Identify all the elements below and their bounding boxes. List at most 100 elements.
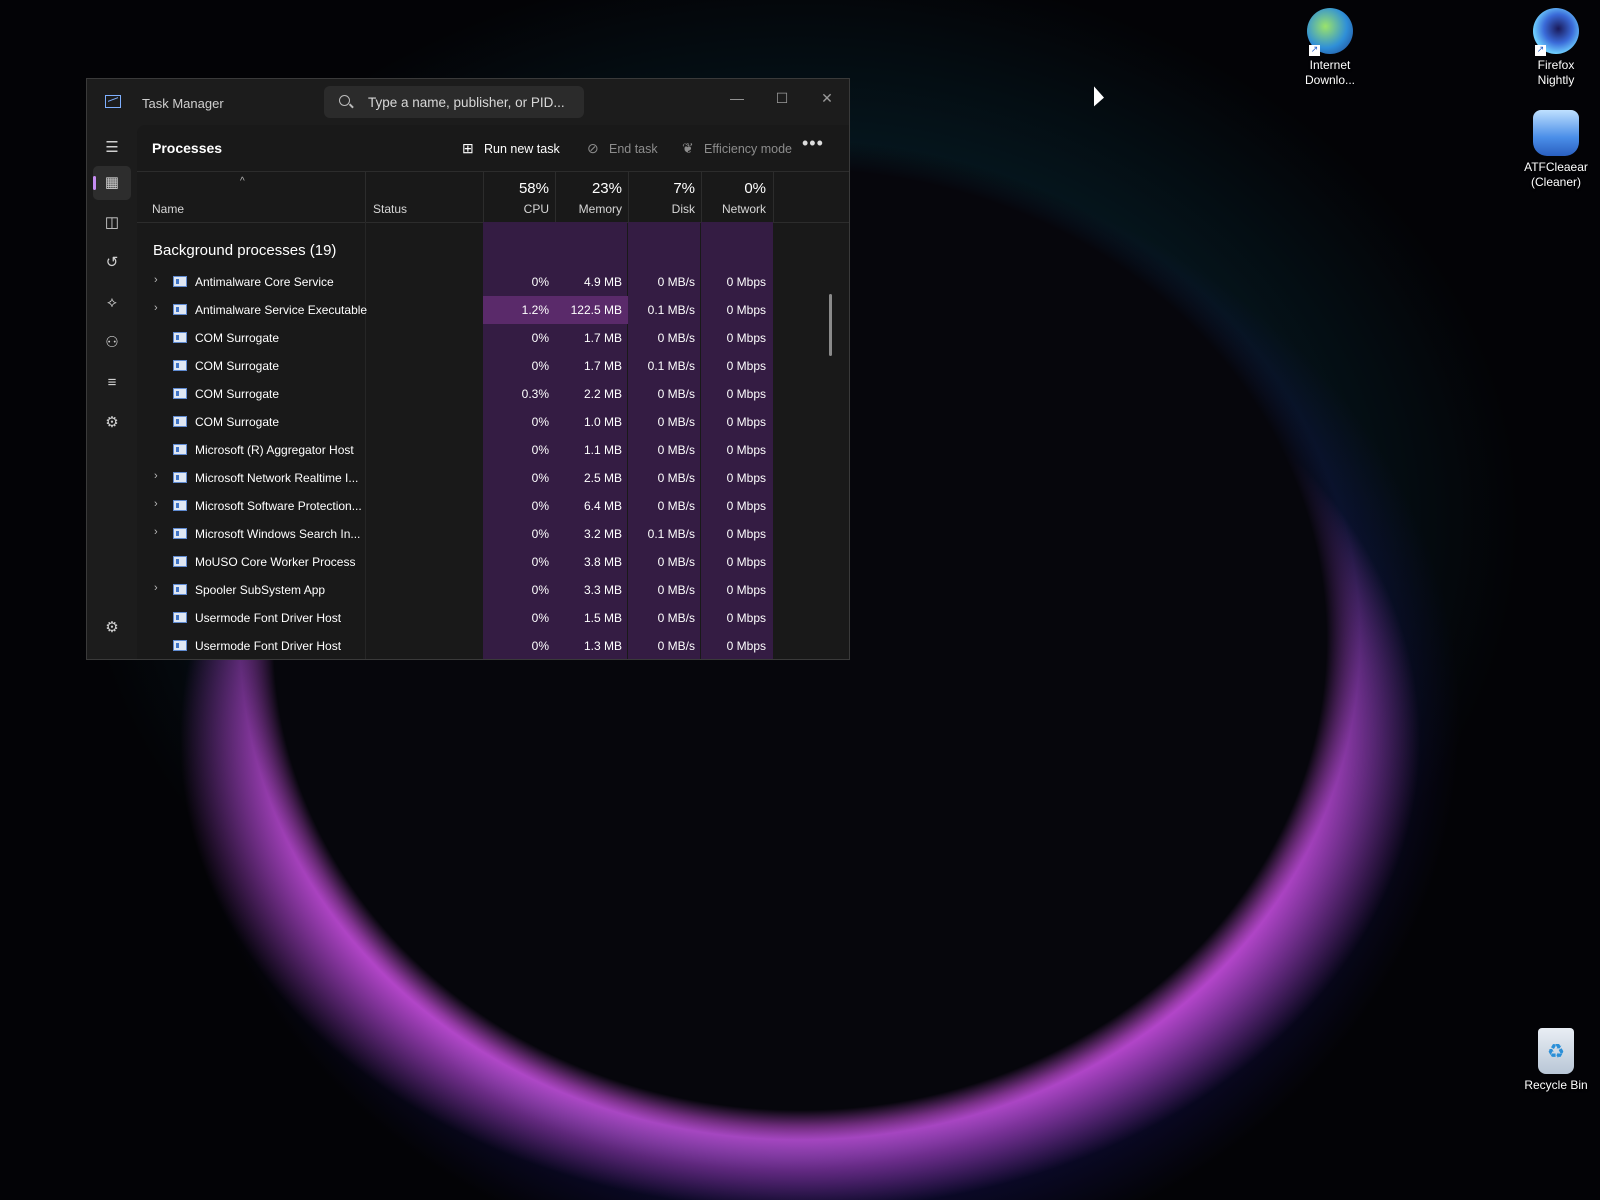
table-row[interactable]: MoUSO Core Worker Process 0% 3.8 MB 0 MB/s 0… [137,548,849,576]
search-icon [339,95,350,106]
network-percent[interactable]: 0% [701,180,766,197]
title-bar[interactable]: Task Manager — ☐ ✕ [87,79,849,125]
task-manager-app-icon [105,95,121,108]
desktop-icon-label: Firefox Nightly [1537,58,1575,87]
disk-percent[interactable]: 7% [628,180,695,197]
process-name: COM Surrogate [195,387,280,401]
disk-value: 0 MB/s [657,387,695,401]
disk-value: 0.1 MB/s [647,303,695,317]
details-icon[interactable]: ≡ [93,366,131,400]
expand-chevron-icon[interactable]: › [154,526,158,538]
table-row[interactable]: Microsoft (R) Aggregator Host 0% 1.1 MB 0 M… [137,436,849,464]
disk-value: 0 MB/s [657,499,695,513]
cpu-value: 0% [531,583,549,597]
table-row[interactable]: COM Surrogate 0% 1.7 MB 0 MB/s 0 Mbps [137,324,849,352]
network-value: 0 Mbps [726,471,766,485]
expand-chevron-icon[interactable]: › [154,470,158,482]
desktop-icon-firefox-nightly[interactable]: ↗ Firefox Nightly [1514,8,1598,88]
name-column-header[interactable]: Name [152,202,184,216]
memory-value: 2.2 MB [583,387,622,401]
table-row[interactable]: › Microsoft Network Realtime I... 0% 2.5 MB… [137,464,849,492]
cpu-value: 0% [531,611,549,625]
maximize-button[interactable]: ☐ [762,85,802,111]
memory-value: 6.4 MB [583,499,622,513]
run-new-task-button[interactable]: ⊞ Run new task [462,140,560,157]
settings-icon[interactable]: ⚙ [93,611,131,645]
processes-page: Processes ⊞ Run new task ⊘ End task ❦ Effic… [137,125,849,659]
search-input[interactable] [368,86,578,118]
column-divider [365,172,366,222]
desktop-icon-recycle-bin[interactable]: ♻ Recycle Bin [1514,1028,1598,1093]
network-value: 0 Mbps [726,527,766,541]
memory-value: 3.2 MB [583,527,622,541]
expand-chevron-icon[interactable]: › [154,274,158,286]
expand-chevron-icon[interactable]: › [154,498,158,510]
search-box[interactable] [324,86,584,118]
desktop-icon-atfcleaner[interactable]: ATFCleaear (Cleaner) [1514,110,1598,190]
status-column-header[interactable]: Status [373,202,407,216]
memory-value: 3.8 MB [583,555,622,569]
expand-chevron-icon[interactable]: › [154,302,158,314]
network-value: 0 Mbps [726,499,766,513]
shortcut-arrow-icon: ↗ [1535,45,1546,56]
services-icon[interactable]: ⚙ [93,406,131,440]
table-row[interactable]: › Spooler SubSystem App 0% 3.3 MB 0 MB/s 0 Mb… [137,576,849,604]
network-value: 0 Mbps [726,331,766,345]
table-row[interactable]: › Microsoft Software Protection... 0% 6.4 M… [137,492,849,520]
minimize-button[interactable]: — [717,85,757,111]
process-icon [173,584,187,595]
processes-icon[interactable]: ▦ [93,166,131,200]
vertical-scrollbar[interactable] [829,294,832,356]
process-icon [173,360,187,371]
table-row[interactable]: COM Surrogate 0% 1.0 MB 0 MB/s 0 Mbps [137,408,849,436]
disk-value: 0.1 MB/s [647,527,695,541]
users-icon[interactable]: ⚇ [93,326,131,360]
disk-value: 0 MB/s [657,443,695,457]
table-row[interactable]: Usermode Font Driver Host 0% 1.5 MB 0 MB/s 0… [137,604,849,632]
memory-column-header[interactable]: Memory [555,202,622,216]
disk-value: 0 MB/s [657,555,695,569]
cpu-column-header[interactable]: CPU [483,202,549,216]
end-task-button[interactable]: ⊘ End task [587,140,658,157]
efficiency-mode-button[interactable]: ❦ Efficiency mode [682,140,792,157]
network-value: 0 Mbps [726,555,766,569]
process-name: Antimalware Service Executable [195,303,368,317]
efficiency-leaf-icon: ❦ [682,140,694,156]
table-row[interactable]: › Microsoft Windows Search In... 0% 3.2 MB 0… [137,520,849,548]
startup-apps-icon[interactable]: ⟡ [93,286,131,320]
table-row[interactable]: COM Surrogate 0.3% 2.2 MB 0 MB/s 0 Mbps [137,380,849,408]
process-name: Microsoft (R) Aggregator Host [195,443,354,457]
disk-column-header[interactable]: Disk [628,202,695,216]
expand-chevron-icon[interactable]: › [154,582,158,594]
process-name: Microsoft Windows Search In... [195,527,361,541]
process-name: Microsoft Software Protection... [195,499,362,513]
cpu-percent[interactable]: 58% [483,180,549,197]
network-value: 0 Mbps [726,275,766,289]
desktop-icon-internet-download-manager[interactable]: ↗ Internet Downlo... [1288,8,1372,88]
page-title: Processes [152,140,223,156]
app-history-icon[interactable]: ↺ [93,246,131,280]
menu-icon[interactable]: ☰ [93,131,131,165]
process-icon [173,500,187,511]
performance-icon[interactable]: ◫ [93,206,131,240]
end-task-icon: ⊘ [587,140,599,156]
process-name: COM Surrogate [195,359,280,373]
cpu-value: 0% [531,415,549,429]
more-options-button[interactable]: ••• [802,133,824,154]
network-value: 0 Mbps [726,611,766,625]
cpu-value: 0% [531,275,549,289]
firefox-nightly-icon: ↗ [1533,8,1579,56]
column-divider [773,172,774,222]
network-column-header[interactable]: Network [701,202,766,216]
table-row[interactable]: › Antimalware Service Executable 1.2% 122.5… [137,296,849,324]
table-row[interactable]: Usermode Font Driver Host 0% 1.3 MB 0 MB/s 0… [137,632,849,659]
memory-percent[interactable]: 23% [555,180,622,197]
table-row[interactable]: COM Surrogate 0% 1.7 MB 0.1 MB/s 0 Mbps [137,352,849,380]
network-value: 0 Mbps [726,583,766,597]
close-button[interactable]: ✕ [807,85,847,111]
cpu-value: 0% [531,499,549,513]
cpu-value: 0% [531,527,549,541]
cpu-value: 0% [531,359,549,373]
desktop-icon-label: ATFCleaear (Cleaner) [1524,160,1588,189]
table-row[interactable]: › Antimalware Core Service 0% 4.9 MB 0 MB/s 0… [137,268,849,296]
